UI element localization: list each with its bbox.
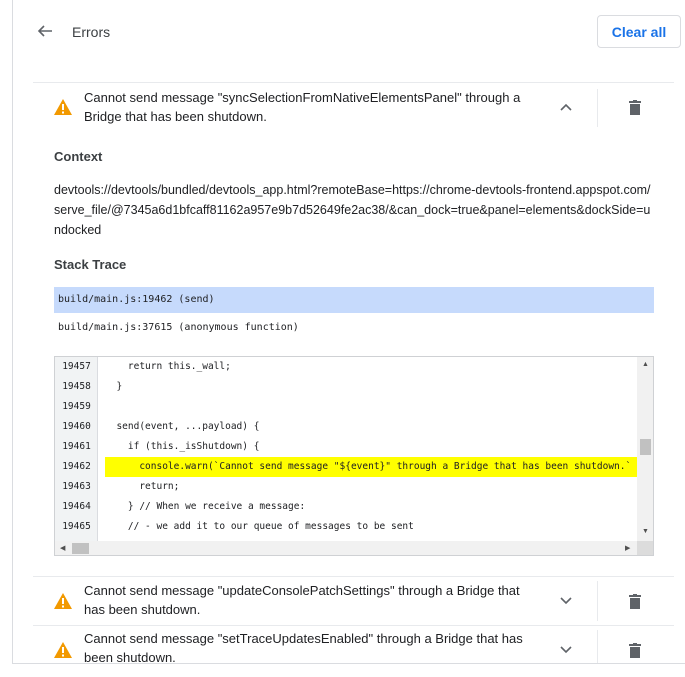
code-line: 19459 [62, 401, 91, 412]
expand-button[interactable] [556, 640, 576, 660]
arrow-left-icon [37, 25, 52, 37]
scroll-up-arrow-icon[interactable]: ▲ [642, 361, 649, 368]
expand-button[interactable] [556, 591, 576, 611]
stack-frame-selected[interactable]: build/main.js:19462 (send) [54, 287, 654, 313]
code-line: 19460 send(event, ...payload) { [62, 421, 260, 432]
scroll-right-arrow-icon[interactable]: ▶ [625, 545, 630, 552]
chevron-down-icon [560, 646, 572, 654]
panel-border-left [12, 0, 13, 663]
scroll-left-arrow-icon[interactable]: ◀ [60, 545, 65, 552]
stack-trace-heading: Stack Trace [54, 257, 127, 272]
warning-icon [54, 99, 72, 115]
code-line: 19464 } // When we receive a message: [62, 501, 306, 512]
scroll-down-arrow-icon[interactable]: ▼ [642, 528, 649, 535]
chevron-down-icon [560, 597, 572, 605]
collapse-button[interactable] [556, 97, 576, 117]
chevron-up-icon [560, 103, 572, 111]
delete-error-button[interactable] [626, 640, 644, 660]
page-title: Errors [72, 24, 111, 40]
delete-error-button[interactable] [626, 97, 644, 117]
warning-icon [54, 593, 72, 609]
code-line: 19463 return; [62, 481, 180, 492]
separator [597, 581, 598, 621]
source-code-viewer[interactable]: 19457 return this._wall; 19458 } 19459 1… [54, 356, 654, 556]
context-url: devtools://devtools/bundled/devtools_app… [54, 183, 651, 237]
code-line: 19458 } [62, 381, 123, 392]
separator [597, 630, 598, 663]
error-item-expanded[interactable]: Cannot send message "syncSelectionFromNa… [33, 83, 674, 131]
warning-icon [54, 642, 72, 658]
horizontal-scrollbar[interactable]: ◀ ▶ [55, 541, 637, 555]
vertical-scroll-thumb[interactable] [640, 439, 651, 455]
code-line: 19461 if (this._isShutdown) { [62, 441, 260, 452]
error-message: Cannot send message "setTraceUpdatesEnab… [84, 631, 523, 663]
stack-frame[interactable]: build/main.js:37615 (anonymous function) [54, 315, 654, 341]
trash-icon [629, 99, 641, 115]
code-line: 19465 // - we add it to our queue of mes… [62, 521, 414, 532]
error-message: Cannot send message "syncSelectionFromNa… [84, 90, 521, 124]
errors-header: Errors Clear all [13, 0, 685, 62]
error-item[interactable]: Cannot send message "setTraceUpdatesEnab… [33, 626, 674, 663]
scrollbar-corner [637, 541, 653, 555]
trash-icon [629, 642, 641, 658]
error-message: Cannot send message "updateConsolePatchS… [84, 583, 520, 617]
back-button[interactable] [34, 20, 56, 42]
code-line: 19457 return this._wall; [62, 361, 231, 372]
horizontal-scroll-thumb[interactable] [72, 543, 89, 554]
context-heading: Context [54, 149, 103, 164]
error-item[interactable]: Cannot send message "updateConsolePatchS… [33, 577, 674, 625]
panel-border-bottom [12, 663, 685, 664]
clear-all-button[interactable]: Clear all [597, 15, 681, 48]
vertical-scrollbar[interactable]: ▲ ▼ [637, 357, 653, 541]
trash-icon [629, 593, 641, 609]
code-line-highlighted: 19462 console.warn(`Cannot send message … [55, 457, 637, 477]
delete-error-button[interactable] [626, 591, 644, 611]
separator [597, 89, 598, 127]
